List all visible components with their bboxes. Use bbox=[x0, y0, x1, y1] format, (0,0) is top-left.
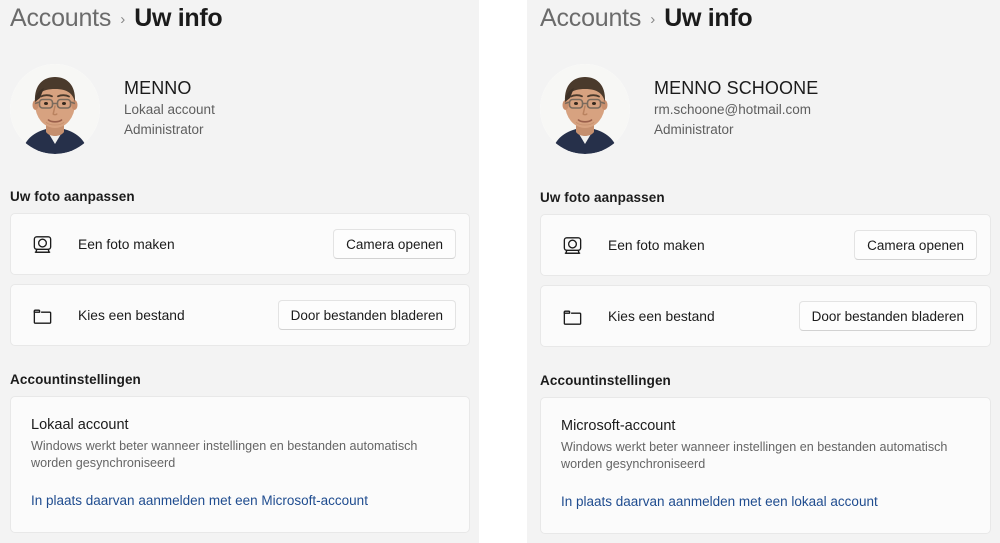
account-name: MENNO bbox=[124, 78, 192, 98]
identity-text: MENNO SCHOONE rm.schoone@hotmail.com Adm… bbox=[654, 64, 818, 140]
section-title-account-settings: Accountinstellingen bbox=[10, 372, 141, 387]
breadcrumb-root-link[interactable]: Accounts bbox=[10, 4, 111, 33]
chevron-right-icon: › bbox=[650, 11, 656, 28]
card-choose-file: Kies een bestand Door bestanden bladeren bbox=[540, 285, 991, 347]
account-role: Administrator bbox=[654, 122, 734, 137]
camera-icon bbox=[29, 231, 55, 257]
card-take-photo: Een foto maken Camera openen bbox=[10, 213, 470, 275]
breadcrumb: Accounts › Uw info bbox=[540, 0, 991, 40]
row-label-choose-file: Kies een bestand bbox=[608, 308, 715, 324]
browse-files-button[interactable]: Door bestanden bladeren bbox=[798, 301, 977, 331]
browse-files-button[interactable]: Door bestanden bladeren bbox=[277, 300, 456, 330]
account-identity: MENNO SCHOONE rm.schoone@hotmail.com Adm… bbox=[540, 64, 991, 164]
account-name: MENNO SCHOONE bbox=[654, 78, 819, 98]
identity-text: MENNO Lokaal account Administrator bbox=[124, 64, 215, 140]
folder-icon bbox=[559, 303, 585, 329]
card-account-settings: Microsoft-account Windows werkt beter wa… bbox=[540, 397, 991, 534]
switch-account-link[interactable]: In plaats daarvan aanmelden met een loka… bbox=[561, 494, 878, 509]
row-label-take-photo: Een foto maken bbox=[608, 237, 705, 253]
row-choose-file[interactable]: Kies een bestand Door bestanden bladeren bbox=[11, 285, 469, 345]
account-email: rm.schoone@hotmail.com bbox=[654, 102, 812, 117]
section-title-account-settings: Accountinstellingen bbox=[540, 373, 671, 388]
account-subtitle: Lokaal account bbox=[124, 102, 215, 117]
open-camera-button[interactable]: Camera openen bbox=[333, 229, 456, 259]
folder-icon bbox=[29, 302, 55, 328]
settings-panel-microsoft-account: Accounts › Uw info MENNO SCHOONE rm.scho… bbox=[527, 0, 1000, 543]
section-title-photo: Uw foto aanpassen bbox=[540, 190, 665, 205]
settings-panel-local-account: Accounts › Uw info MENNO Lokaal account … bbox=[0, 0, 479, 543]
row-choose-file[interactable]: Kies een bestand Door bestanden bladeren bbox=[541, 286, 990, 346]
chevron-right-icon: › bbox=[120, 11, 126, 28]
row-take-photo[interactable]: Een foto maken Camera openen bbox=[11, 214, 469, 274]
card-account-settings: Lokaal account Windows werkt beter wanne… bbox=[10, 396, 470, 533]
card-choose-file: Kies een bestand Door bestanden bladeren bbox=[10, 284, 470, 346]
page-title: Uw info bbox=[134, 4, 223, 32]
page-title: Uw info bbox=[664, 4, 753, 32]
row-take-photo[interactable]: Een foto maken Camera openen bbox=[541, 215, 990, 275]
camera-icon bbox=[559, 232, 585, 258]
screenshot-root: Accounts › Uw info MENNO Lokaal account … bbox=[0, 0, 1000, 543]
breadcrumb-root-link[interactable]: Accounts bbox=[540, 4, 641, 33]
account-type-label: Microsoft-account bbox=[561, 418, 676, 434]
avatar[interactable] bbox=[10, 64, 100, 154]
account-type-description: Windows werkt beter wanneer instellingen… bbox=[31, 439, 418, 470]
account-role: Administrator bbox=[124, 122, 204, 137]
card-take-photo: Een foto maken Camera openen bbox=[540, 214, 991, 276]
row-label-take-photo: Een foto maken bbox=[78, 236, 175, 252]
account-type-label: Lokaal account bbox=[31, 417, 129, 433]
avatar[interactable] bbox=[540, 64, 630, 154]
account-identity: MENNO Lokaal account Administrator bbox=[10, 64, 470, 164]
open-camera-button[interactable]: Camera openen bbox=[854, 230, 977, 260]
switch-account-link[interactable]: In plaats daarvan aanmelden met een Micr… bbox=[31, 493, 368, 508]
section-title-photo: Uw foto aanpassen bbox=[10, 189, 135, 204]
breadcrumb: Accounts › Uw info bbox=[10, 0, 470, 40]
account-type-description: Windows werkt beter wanneer instellingen… bbox=[561, 440, 948, 471]
row-label-choose-file: Kies een bestand bbox=[78, 307, 185, 323]
